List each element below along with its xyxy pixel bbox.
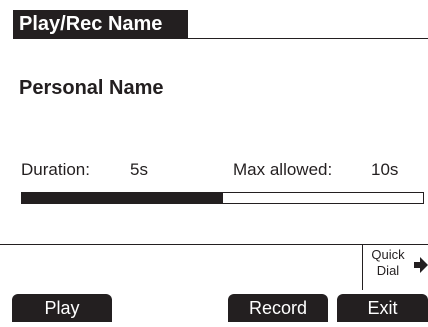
max-allowed-label: Max allowed: (233, 160, 333, 179)
max-allowed-value: 10s (371, 160, 399, 179)
progress-fill (22, 193, 223, 203)
phone-screen: Play/Rec Name Personal Name Duration: 5s… (0, 0, 428, 327)
record-button[interactable]: Record (228, 294, 328, 322)
duration-label: Duration: (21, 160, 90, 179)
play-button[interactable]: Play (12, 294, 112, 322)
personal-name-heading: Personal Name (19, 77, 164, 99)
quick-dial-line2: Dial (376, 263, 400, 278)
quick-dial-line1: Quick (371, 247, 405, 262)
title-underline (188, 38, 428, 39)
screen-title: Play/Rec Name (13, 10, 188, 39)
softkey-divider (0, 244, 428, 245)
arrow-right-icon[interactable] (414, 256, 428, 274)
recording-progress-bar (21, 192, 424, 204)
duration-value: 5s (130, 160, 148, 179)
quick-dial-button[interactable]: Quick Dial (363, 247, 413, 287)
exit-button[interactable]: Exit (337, 294, 428, 322)
